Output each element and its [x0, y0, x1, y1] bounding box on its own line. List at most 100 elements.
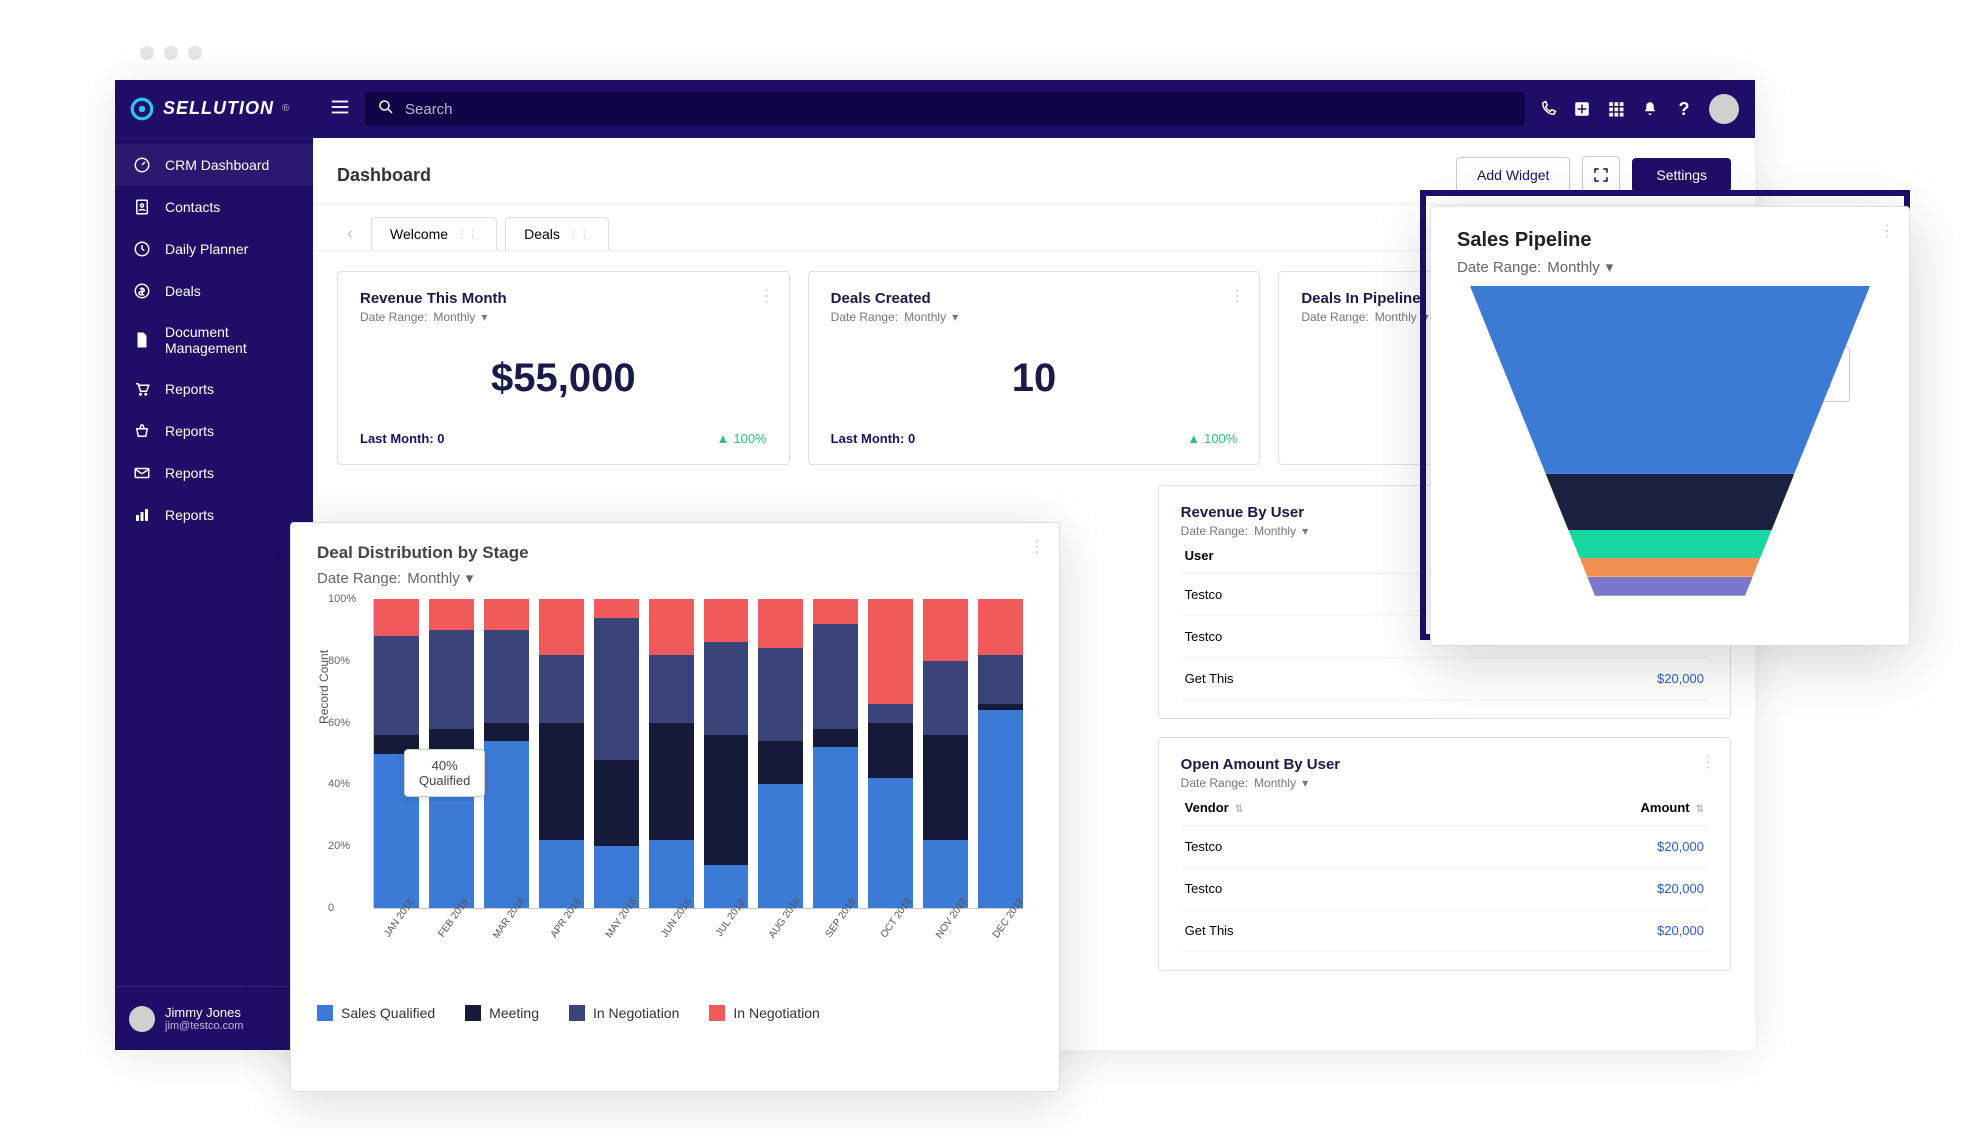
bar-column [868, 599, 913, 908]
col-amount[interactable]: Amount [1641, 800, 1690, 815]
add-widget-button[interactable]: Add Widget [1456, 157, 1570, 193]
chart-tooltip: 40% Qualified [404, 749, 485, 797]
nav-label: CRM Dashboard [165, 157, 269, 173]
bar-column [649, 599, 694, 908]
nav-label: Contacts [165, 199, 220, 215]
bar-column [484, 599, 529, 908]
header-actions: Add Widget Settings [1456, 156, 1731, 194]
sidebar-item-document-management[interactable]: Document Management [115, 312, 313, 368]
sidebar-item-contacts[interactable]: Contacts [115, 186, 313, 228]
table-row: Testco$20,000 [1181, 826, 1708, 868]
nav-label: Reports [165, 423, 214, 439]
card-date-range[interactable]: Date Range: Monthly ▾ [1181, 776, 1708, 790]
bar-column [923, 599, 968, 908]
funnel-chart: 40% Qualified [1470, 286, 1870, 596]
sidebar-item-deals[interactable]: Deals [115, 270, 313, 312]
nav-list: CRM Dashboard Contacts Daily Planner Dea… [115, 138, 313, 536]
card-menu-icon[interactable]: ⋮ [1029, 537, 1045, 557]
avatar [129, 1006, 155, 1032]
mail-icon [133, 464, 151, 482]
x-axis-labels: JAN 2018FEB 2018MAR 2018APR 2018MAY 2018… [373, 915, 1023, 955]
sidebar-item-reports-3[interactable]: Reports [115, 452, 313, 494]
kpi-last-month: Last Month: 0 [831, 431, 916, 446]
brand-name: SELLUTION [163, 98, 274, 119]
sidebar-item-reports-4[interactable]: Reports [115, 494, 313, 536]
search-field[interactable] [365, 92, 1525, 126]
fullscreen-button[interactable] [1582, 156, 1620, 194]
chart-area: Record Count 40% Qualified 100%80%60%40%… [373, 599, 1023, 909]
card-date-range[interactable]: Date Range: Monthly ▾ [360, 310, 767, 324]
hamburger-icon[interactable] [329, 96, 351, 123]
sidebar-item-crm-dashboard[interactable]: CRM Dashboard [115, 144, 313, 186]
sort-icon[interactable]: ⇅ [1696, 804, 1704, 815]
nav-label: Document Management [165, 324, 295, 356]
settings-button[interactable]: Settings [1632, 158, 1731, 192]
nav-label: Reports [165, 507, 214, 523]
card-menu-icon[interactable]: ⋮ [1229, 286, 1245, 306]
table-row: Get This$20,000 [1181, 910, 1708, 952]
bar-column [539, 599, 584, 908]
topbar-icons: ? [1539, 94, 1739, 124]
drag-handle-icon: ⋮⋮ [456, 228, 478, 241]
sidebar-item-daily-planner[interactable]: Daily Planner [115, 228, 313, 270]
bell-icon[interactable] [1641, 100, 1659, 118]
bar-column [758, 599, 803, 908]
card-title: Deal Distribution by Stage [317, 543, 1033, 563]
tab-label: Welcome [390, 226, 448, 242]
user-email: jim@testco.com [165, 1020, 243, 1032]
funnel-layer [1546, 474, 1794, 535]
sidebar-item-reports-2[interactable]: Reports [115, 410, 313, 452]
card-menu-icon[interactable]: ⋮ [1879, 221, 1895, 241]
card-menu-icon[interactable]: ⋮ [759, 286, 775, 306]
nav-label: Reports [165, 381, 214, 397]
legend-item: In Negotiation [569, 1005, 679, 1021]
gear-icon [129, 96, 155, 122]
tab-prev[interactable]: ‹ [337, 219, 363, 249]
funnel-layer [1587, 577, 1752, 601]
legend-item: Sales Qualified [317, 1005, 435, 1021]
sidebar-item-reports-1[interactable]: Reports [115, 368, 313, 410]
col-vendor[interactable]: Vendor [1185, 800, 1229, 815]
speedometer-icon [133, 156, 151, 174]
drag-handle-icon: ⋮⋮ [568, 228, 590, 241]
chart-legend: Sales Qualified Meeting In Negotiation I… [317, 1005, 1033, 1021]
sort-icon[interactable]: ⇅ [1235, 804, 1243, 815]
browser-window-dots [140, 46, 202, 60]
phone-icon[interactable] [1539, 100, 1557, 118]
tab-deals[interactable]: Deals⋮⋮ [505, 217, 609, 250]
apps-grid-icon[interactable] [1607, 100, 1625, 118]
card-title: Open Amount By User [1181, 756, 1708, 773]
dollar-icon [133, 282, 151, 300]
brand-mark: ® [282, 103, 289, 114]
help-icon[interactable]: ? [1675, 100, 1693, 118]
nav-label: Reports [165, 465, 214, 481]
search-input[interactable] [405, 101, 1513, 118]
plus-icon[interactable] [1573, 100, 1591, 118]
kpi-value: 10 [831, 356, 1238, 401]
sidebar-user[interactable]: Jimmy Jones jim@testco.com [115, 986, 313, 1050]
widget-open-amount-by-user: ⋮ Open Amount By User Date Range: Monthl… [1158, 737, 1731, 971]
card-date-range[interactable]: Date Range: Monthly ▾ [1457, 258, 1883, 276]
bar-column [704, 599, 749, 908]
kpi-revenue-this-month: ⋮ Revenue This Month Date Range: Monthly… [337, 271, 790, 465]
card-date-range[interactable]: Date Range: Monthly ▾ [317, 569, 1033, 587]
table-header: Vendor ⇅ Amount ⇅ [1181, 790, 1708, 826]
chevron-down-icon: ▾ [481, 310, 487, 324]
document-icon [133, 331, 151, 349]
search-icon [377, 98, 395, 121]
widget-deal-distribution: ⋮ Deal Distribution by Stage Date Range:… [290, 522, 1060, 1092]
cart-icon [133, 380, 151, 398]
card-title: Deals Created [831, 290, 1238, 307]
bar-column [594, 599, 639, 908]
kpi-pct: ▲ 100% [1187, 431, 1237, 446]
brand-logo: SELLUTION ® [115, 80, 313, 138]
card-menu-icon[interactable]: ⋮ [1700, 752, 1716, 772]
card-date-range[interactable]: Date Range: Monthly ▾ [831, 310, 1238, 324]
tab-welcome[interactable]: Welcome ⋮⋮ [371, 217, 497, 250]
chevron-down-icon: ▾ [466, 569, 474, 587]
bars-icon [133, 506, 151, 524]
col-user[interactable]: User [1185, 548, 1214, 563]
sidebar: SELLUTION ® CRM Dashboard Contacts Daily… [115, 80, 313, 1050]
topbar-avatar[interactable] [1709, 94, 1739, 124]
chevron-down-icon: ▾ [1606, 258, 1614, 276]
